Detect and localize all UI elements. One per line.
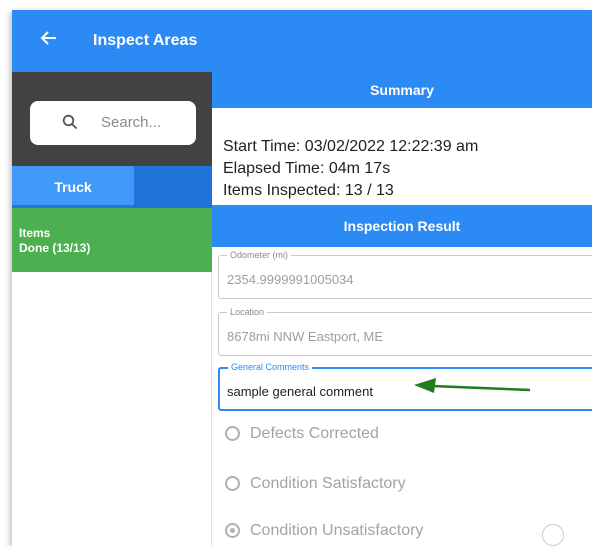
app-window: Inspect Areas Search... Truck Items Done…: [12, 10, 592, 546]
annotation-arrow-icon: [414, 378, 531, 393]
radio-unchecked-icon: [225, 426, 240, 441]
general-comments-field[interactable]: General Comments sample general comment: [218, 361, 592, 411]
elapsed-time: Elapsed Time: 04m 17s: [223, 160, 391, 177]
tab-secondary[interactable]: [134, 166, 212, 208]
location-field[interactable]: Location 8678mi NNW Eastport, ME: [218, 306, 592, 356]
start-time: Start Time: 03/02/2022 12:22:39 am: [223, 138, 479, 155]
location-value: 8678mi NNW Eastport, ME: [227, 329, 384, 344]
option-label: Defects Corrected: [250, 425, 379, 442]
option-label: Condition Satisfactory: [250, 475, 406, 492]
left-list-empty: [12, 272, 212, 546]
toggle-circle[interactable]: [542, 524, 564, 546]
search-panel: Search...: [12, 72, 212, 166]
summary-header: Summary: [212, 72, 592, 108]
search-icon: [62, 114, 78, 135]
location-label: Location: [227, 306, 268, 318]
search-input[interactable]: Search...: [30, 101, 196, 145]
items-label: Items: [19, 226, 51, 240]
general-comments-label: General Comments: [228, 361, 313, 373]
search-placeholder: Search...: [101, 114, 162, 131]
items-done-card[interactable]: Items Done (13/13): [12, 208, 212, 272]
area-tabs: Truck: [12, 166, 212, 208]
tab-truck[interactable]: Truck: [12, 166, 134, 208]
general-comments-value: sample general comment: [227, 384, 373, 399]
items-done-count: Done (13/13): [19, 241, 91, 255]
summary-body: Start Time: 03/02/2022 12:22:39 am Elaps…: [212, 108, 592, 199]
arrow-left-icon[interactable]: [40, 27, 58, 53]
radio-unchecked-icon: [225, 476, 240, 491]
inspection-result-header: Inspection Result: [212, 205, 592, 247]
items-inspected: Items Inspected: 13 / 13: [223, 182, 394, 199]
odometer-field[interactable]: Odometer (mi) 2354.9999991005034: [218, 249, 592, 299]
odometer-value: 2354.9999991005034: [227, 272, 354, 287]
radio-checked-icon: [225, 523, 240, 538]
arrow-left-icon-glyph: [40, 31, 56, 45]
odometer-label: Odometer (mi): [227, 249, 292, 261]
page-title: Inspect Areas: [93, 32, 198, 49]
option-label: Condition Unsatisfactory: [250, 522, 424, 539]
app-bar: Inspect Areas: [12, 10, 592, 72]
